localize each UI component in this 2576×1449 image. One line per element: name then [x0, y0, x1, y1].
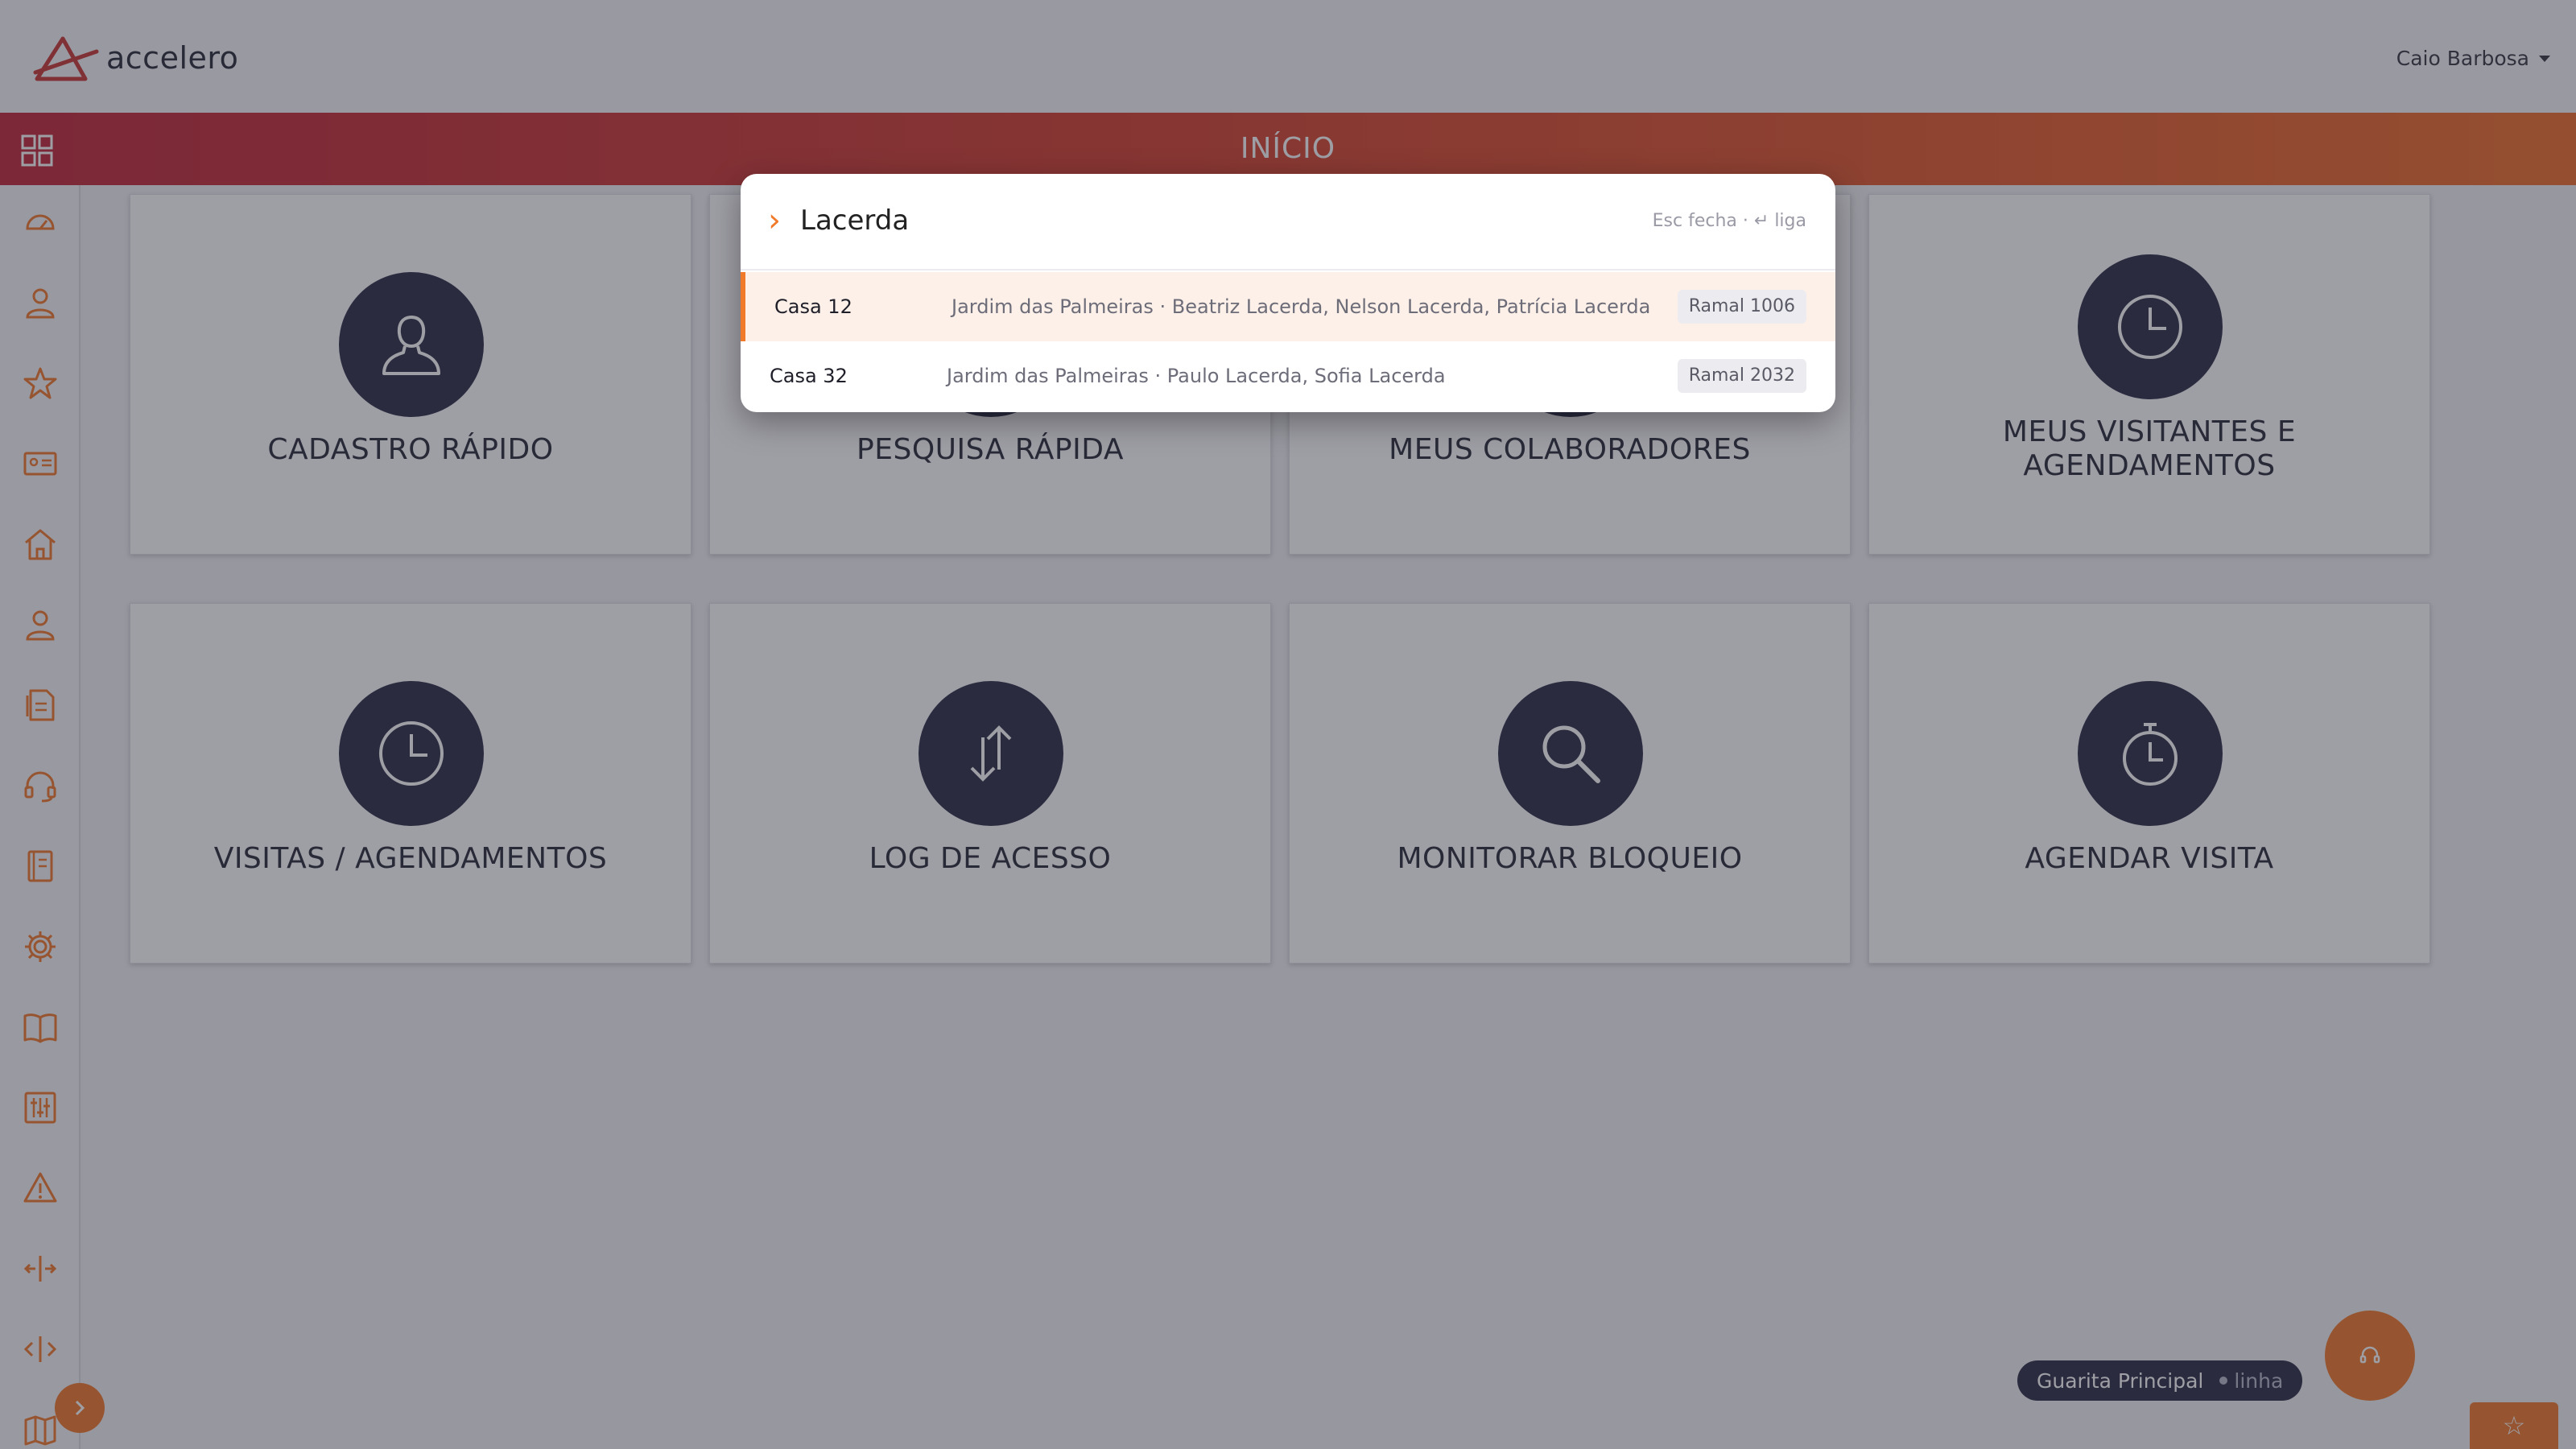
result-row[interactable]: Casa 32 Jardim das Palmeiras · Paulo Lac… [741, 341, 1835, 411]
result-description: Jardim das Palmeiras · Paulo Lacerda, So… [947, 365, 1446, 387]
result-row[interactable]: Casa 12 Jardim das Palmeiras · Beatriz L… [741, 272, 1835, 341]
result-name: Casa 32 [770, 365, 848, 387]
search-palette: › Esc fecha · ↵ liga Casa 12 Jardim das … [741, 174, 1835, 412]
result-name: Casa 12 [774, 295, 852, 318]
chevron-right-icon: › [768, 202, 781, 239]
result-description: Jardim das Palmeiras · Beatriz Lacerda, … [952, 295, 1651, 318]
search-input[interactable] [800, 203, 1525, 238]
extension-badge: Ramal 1006 [1677, 290, 1806, 324]
extension-badge: Ramal 2032 [1677, 359, 1806, 393]
keyboard-hint: Esc fecha · ↵ liga [1652, 211, 1806, 231]
palette-header: › Esc fecha · ↵ liga [741, 174, 1835, 270]
